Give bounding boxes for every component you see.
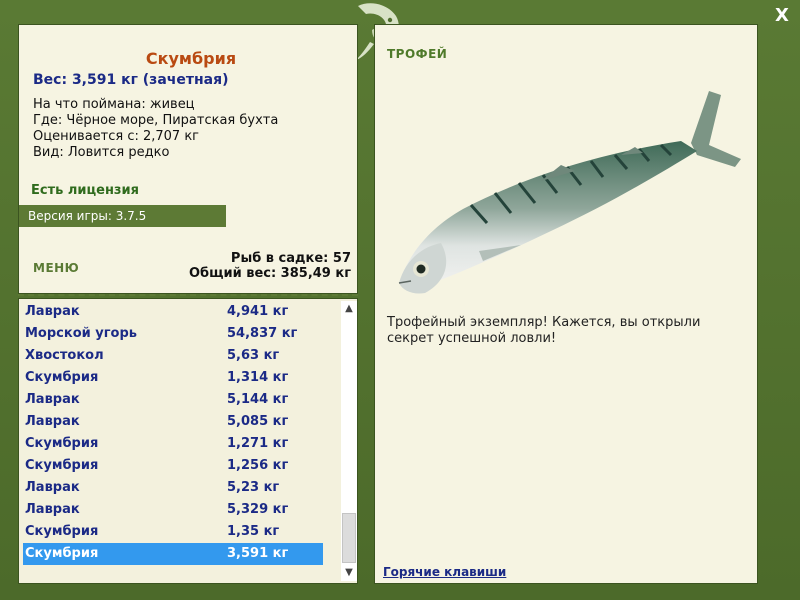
fish-weight: Вес: 3,591 кг (зачетная) [33, 72, 229, 88]
arrow-up-icon[interactable]: ▲ [341, 301, 357, 317]
list-item[interactable]: Скумбрия 1,256 кг [23, 455, 323, 477]
trophy-panel: ТРОФЕЙ Трофейный экземпляр! Кажется, вы [374, 24, 758, 584]
list-item[interactable]: Лаврак 5,23 кг [23, 477, 323, 499]
list-item[interactable]: Скумбрия 1,35 кг [23, 521, 323, 543]
info-bait: На что поймана: живец [33, 97, 195, 112]
close-button[interactable]: X [772, 6, 792, 26]
list-item[interactable]: Скумбрия 1,271 кг [23, 433, 323, 455]
cage-fish-count: Рыб в садке: 57 [230, 251, 351, 266]
list-item[interactable]: Лаврак 5,329 кг [23, 499, 323, 521]
trophy-message: Трофейный экземпляр! Кажется, вы открыли… [387, 315, 701, 346]
list-item[interactable]: Скумбрия 1,314 кг [23, 367, 323, 389]
list-item[interactable]: Лаврак 5,085 кг [23, 411, 323, 433]
mackerel-image [398, 91, 741, 294]
menu-button[interactable]: МЕНЮ [33, 261, 79, 275]
cage-total-weight: Общий вес: 385,49 кг [188, 266, 351, 281]
arrow-down-icon[interactable]: ▼ [341, 565, 357, 581]
list-item[interactable]: Лаврак 5,144 кг [23, 389, 323, 411]
info-rarity: Вид: Ловится редко [33, 145, 170, 160]
hotkeys-link[interactable]: Горячие клавиши [383, 565, 506, 579]
version-bar: Версия игры: 3.7.5 [19, 205, 226, 227]
close-icon: X [775, 5, 789, 26]
license-status: Есть лицензия [31, 183, 139, 198]
list-item[interactable]: Хвостокол 5,63 кг [23, 345, 323, 367]
list-item-selected[interactable]: Скумбрия 3,591 кг [23, 543, 323, 565]
fish-details-panel: Скумбрия Вес: 3,591 кг (зачетная) На что… [18, 24, 358, 294]
info-rating: Оценивается с: 2,707 кг [33, 129, 200, 144]
info-location: Где: Чёрное море, Пиратская бухта [33, 113, 279, 128]
list-item[interactable]: Морской угорь 54,837 кг [23, 323, 323, 345]
list-scrollbar[interactable]: ▲ ▼ [341, 301, 357, 581]
catch-list[interactable]: Лаврак 4,941 кг Морской угорь 54,837 кг Хв… [18, 298, 358, 584]
divider [18, 294, 358, 296]
fish-name: Скумбрия [145, 49, 237, 68]
scrollbar-thumb[interactable] [342, 513, 356, 563]
list-item[interactable]: Лаврак 4,941 кг [23, 301, 323, 323]
